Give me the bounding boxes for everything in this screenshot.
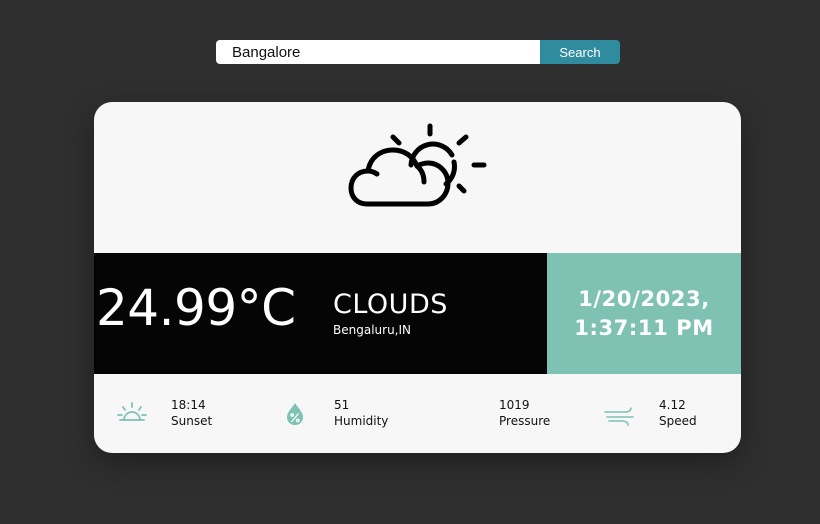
search-input[interactable] [216, 40, 540, 64]
date-label: 1/20/2023, [578, 286, 710, 311]
time-label: 1:37:11 PM [574, 315, 714, 340]
weather-stats: 18:14 Sunset 51 Humidity 1019 Pressure 4… [94, 374, 741, 453]
weather-condition: CLOUDS [333, 289, 448, 320]
humidity-icon [287, 403, 303, 425]
stat-sunset: 18:14 Sunset [116, 398, 256, 434]
pressure-text: 1019 Pressure [499, 398, 550, 429]
weather-summary-band: 24.99°C CLOUDS Bengaluru,IN 1/20/2023, 1… [94, 253, 741, 374]
temperature-value: 24.99°C [96, 279, 296, 337]
search-button[interactable]: Search [540, 40, 620, 64]
sunset-label: Sunset [171, 414, 213, 428]
stat-humidity: 51 Humidity [279, 398, 419, 434]
wind-speed-value: 4.12 [659, 398, 686, 412]
weather-card: 24.99°C CLOUDS Bengaluru,IN 1/20/2023, 1… [94, 102, 741, 453]
datetime-panel: 1/20/2023, 1:37:11 PM [547, 253, 741, 374]
pressure-value: 1019 [499, 398, 530, 412]
wind-speed-text: 4.12 Speed [659, 398, 697, 429]
search-bar: Search [216, 40, 620, 64]
cloud-sun-icon [348, 123, 487, 207]
wind-speed-label: Speed [659, 414, 697, 428]
weather-icon-area [94, 102, 741, 253]
weather-app: Search [0, 0, 820, 524]
location-label: Bengaluru,IN [333, 323, 411, 337]
sunset-icon [117, 402, 147, 421]
stat-pressure: 1019 Pressure [499, 398, 609, 434]
stat-wind-speed: 4.12 Speed [604, 398, 734, 434]
temperature-panel: 24.99°C CLOUDS Bengaluru,IN [94, 253, 547, 374]
humidity-value: 51 [334, 398, 350, 412]
humidity-label: Humidity [334, 414, 389, 428]
sunset-text: 18:14 Sunset [171, 398, 212, 429]
sunset-value: 18:14 [171, 398, 206, 412]
pressure-label: Pressure [499, 414, 551, 428]
humidity-text: 51 Humidity [334, 398, 388, 429]
wind-icon [604, 407, 634, 426]
